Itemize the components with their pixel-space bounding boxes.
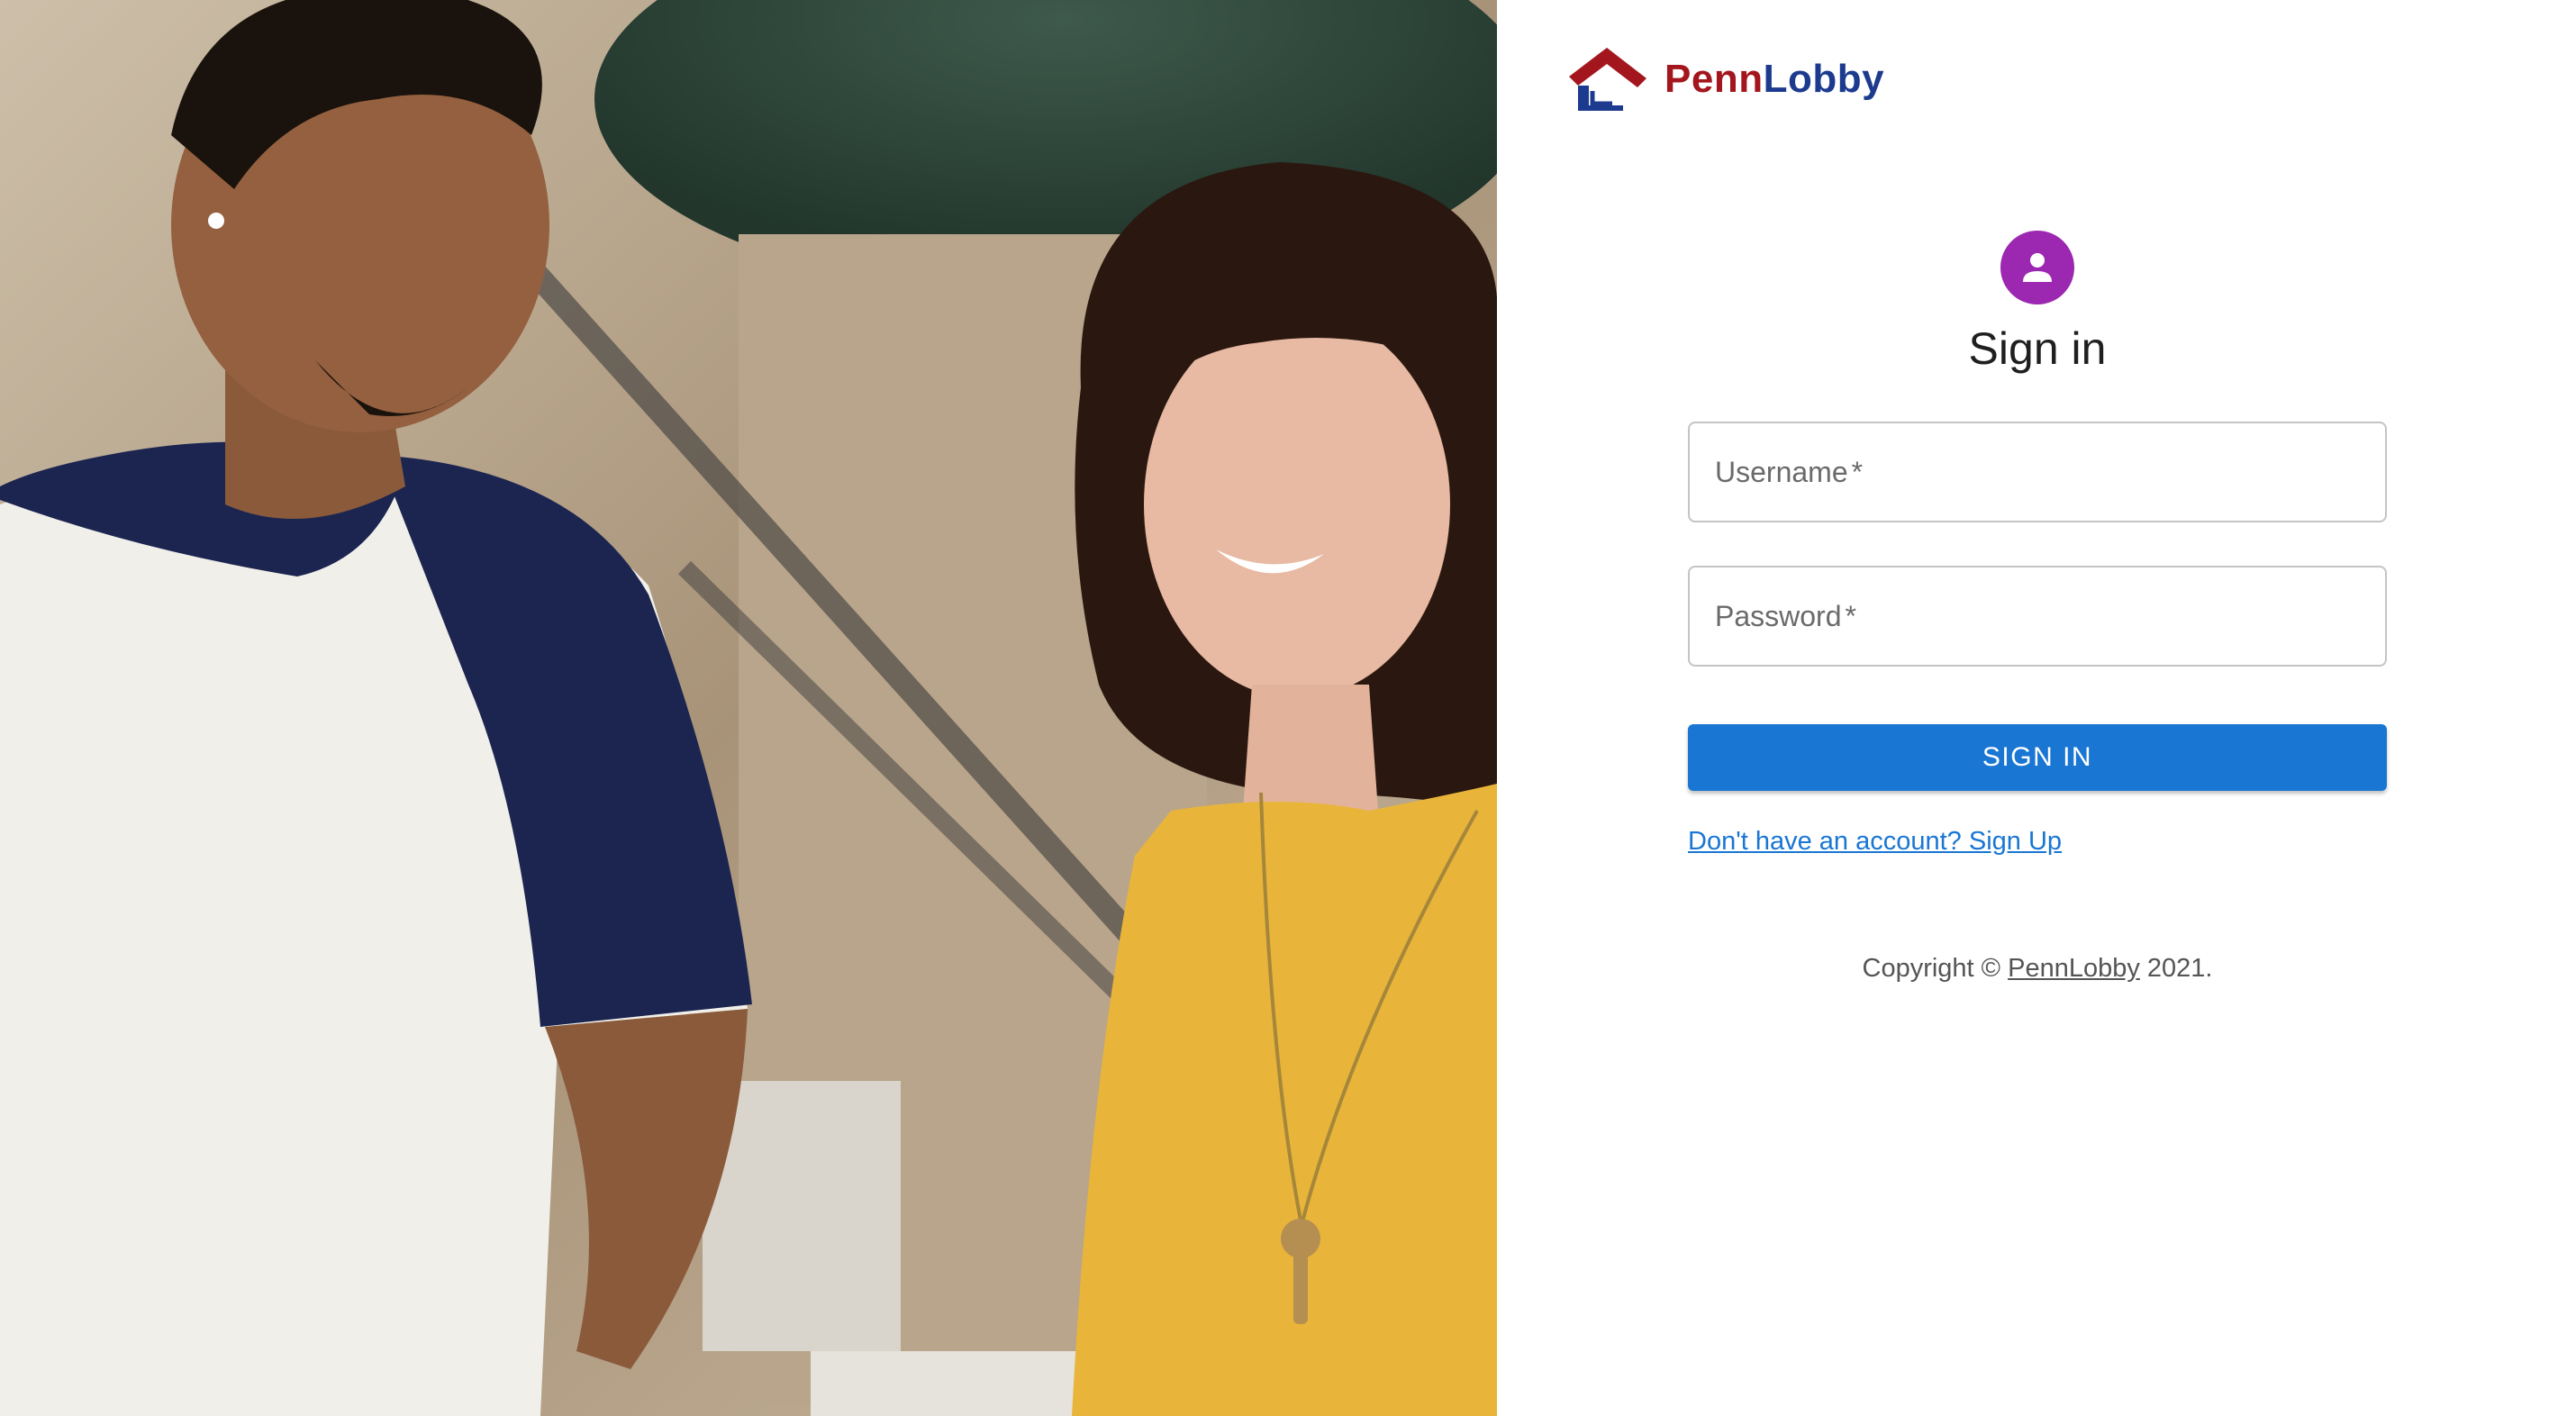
hero-illustration xyxy=(0,0,1497,1416)
avatar xyxy=(2000,231,2074,304)
sign-in-button[interactable]: SIGN IN xyxy=(1688,724,2387,791)
signin-form: Sign in Username * Password * SIGN IN Don'… xyxy=(1688,231,2387,984)
signin-panel: PennLobby Sign in Username * Password * SI… xyxy=(1497,0,2576,1416)
page-title: Sign in xyxy=(1968,323,2107,374)
house-logo-icon xyxy=(1569,48,1646,111)
copyright-link[interactable]: PennLobby xyxy=(2008,954,2140,983)
brand-name: PennLobby xyxy=(1664,57,1884,102)
sign-up-link[interactable]: Don't have an account? Sign Up xyxy=(1688,827,2062,857)
brand-name-part2: Lobby xyxy=(1763,57,1885,101)
hero-photo xyxy=(0,0,1497,1416)
brand-name-part1: Penn xyxy=(1664,57,1764,101)
person-icon xyxy=(2023,253,2052,282)
username-field[interactable]: Username * xyxy=(1688,422,2387,522)
copyright: Copyright © PennLobby 2021. xyxy=(1688,954,2387,984)
brand-logo[interactable]: PennLobby xyxy=(1565,43,1884,115)
copyright-prefix: Copyright © xyxy=(1862,954,2001,983)
copyright-suffix: 2021. xyxy=(2146,954,2213,983)
password-field[interactable]: Password * xyxy=(1688,566,2387,667)
